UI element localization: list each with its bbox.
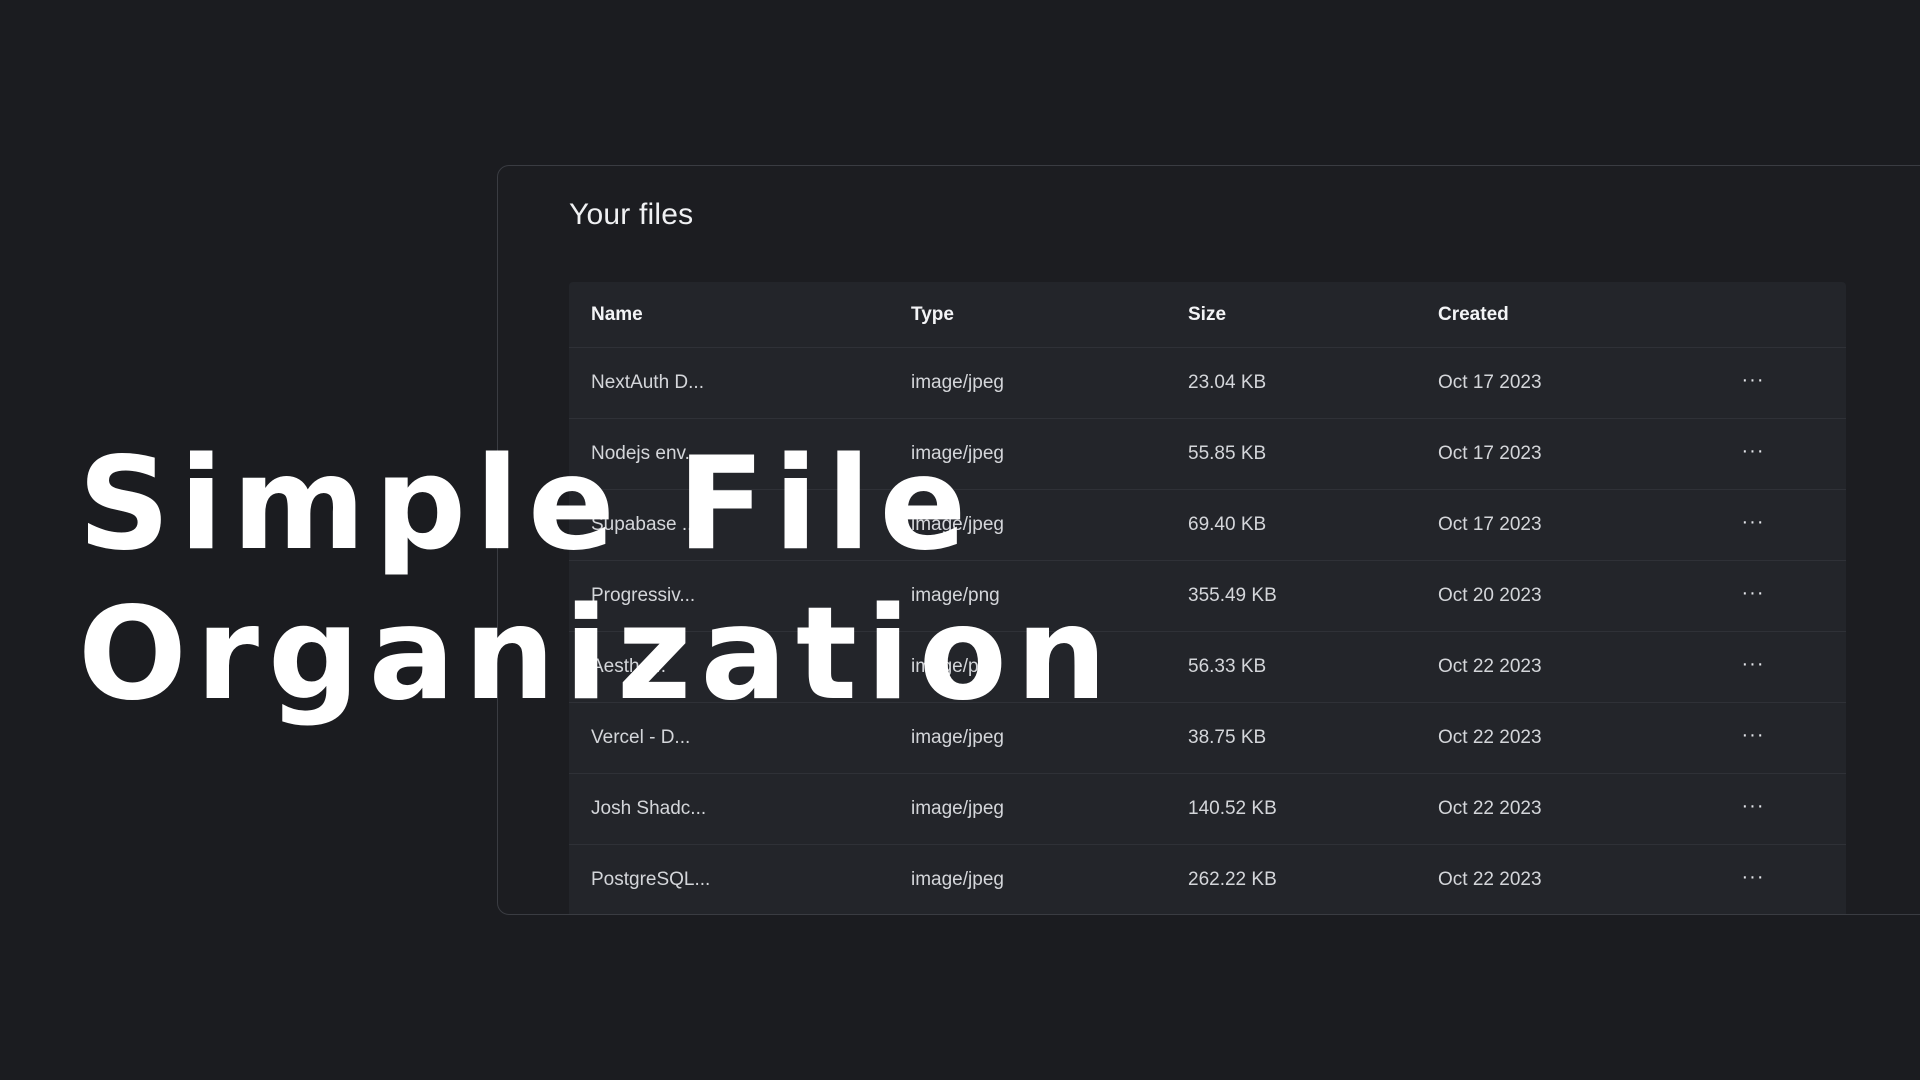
file-created: Oct 22 2023 [1438, 798, 1542, 819]
file-size: 55.85 KB [1188, 443, 1267, 464]
file-type: image/jpeg [911, 372, 1004, 393]
column-header-created[interactable]: Created [1438, 282, 1509, 347]
file-created: Oct 20 2023 [1438, 585, 1542, 606]
column-header-name[interactable]: Name [591, 282, 643, 347]
file-size: 140.52 KB [1188, 798, 1277, 819]
more-horizontal-icon[interactable]: ··· [1733, 419, 1773, 489]
file-name[interactable]: Vercel - D... [591, 703, 690, 773]
more-horizontal-icon[interactable]: ··· [1733, 845, 1773, 914]
file-created: Oct 17 2023 [1438, 514, 1542, 535]
file-name[interactable]: NextAuth D... [591, 348, 704, 418]
more-horizontal-icon[interactable]: ··· [1733, 774, 1773, 844]
file-size: 56.33 KB [1188, 656, 1267, 677]
more-horizontal-icon[interactable]: ··· [1733, 703, 1773, 773]
file-size: 69.40 KB [1188, 514, 1267, 535]
file-type: image/png [911, 585, 1000, 606]
table-row[interactable]: PostgreSQL... image/jpeg 262.22 KB Oct 2… [569, 845, 1846, 914]
table-row[interactable]: Aesthe... image/png 56.33 KB Oct 22 2023… [569, 632, 1846, 703]
more-horizontal-icon[interactable]: ··· [1733, 348, 1773, 418]
column-header-type[interactable]: Type [911, 282, 954, 347]
table-row[interactable]: Nodejs env... image/jpeg 55.85 KB Oct 17… [569, 419, 1846, 490]
table-row[interactable]: Progressiv... image/png 355.49 KB Oct 20… [569, 561, 1846, 632]
file-size: 38.75 KB [1188, 727, 1267, 748]
file-created: Oct 22 2023 [1438, 727, 1542, 748]
table-row[interactable]: NextAuth D... image/jpeg 23.04 KB Oct 17… [569, 348, 1846, 419]
file-name[interactable]: Progressiv... [591, 561, 695, 631]
file-created: Oct 17 2023 [1438, 372, 1542, 393]
more-horizontal-icon[interactable]: ··· [1733, 561, 1773, 631]
file-type: image/jpeg [911, 798, 1004, 819]
file-type: image/jpeg [911, 514, 1004, 535]
file-name[interactable]: Nodejs env... [591, 419, 700, 489]
file-size: 262.22 KB [1188, 869, 1277, 890]
table-row[interactable]: Josh Shadc... image/jpeg 140.52 KB Oct 2… [569, 774, 1846, 845]
file-size: 23.04 KB [1188, 372, 1267, 393]
file-size: 355.49 KB [1188, 585, 1277, 606]
file-type: image/jpeg [911, 727, 1004, 748]
table-row[interactable]: Vercel - D... image/jpeg 38.75 KB Oct 22… [569, 703, 1846, 774]
table-row[interactable]: Supabase ... image/jpeg 69.40 KB Oct 17 … [569, 490, 1846, 561]
more-horizontal-icon[interactable]: ··· [1733, 632, 1773, 702]
screen: Your files Name Type Size Created NextAu… [0, 0, 1920, 1080]
file-created: Oct 17 2023 [1438, 443, 1542, 464]
panel-title: Your files [569, 198, 694, 231]
file-name[interactable]: Josh Shadc... [591, 774, 706, 844]
files-panel: Your files Name Type Size Created NextAu… [497, 165, 1920, 915]
file-type: image/jpeg [911, 443, 1004, 464]
file-type: image/png [911, 656, 1000, 677]
file-created: Oct 22 2023 [1438, 869, 1542, 890]
file-name[interactable]: Aesthe... [591, 632, 666, 702]
files-table: Name Type Size Created NextAuth D... ima… [569, 282, 1846, 914]
more-horizontal-icon[interactable]: ··· [1733, 490, 1773, 560]
file-type: image/jpeg [911, 869, 1004, 890]
file-created: Oct 22 2023 [1438, 656, 1542, 677]
file-name[interactable]: PostgreSQL... [591, 845, 710, 914]
table-header-row: Name Type Size Created [569, 282, 1846, 348]
file-name[interactable]: Supabase ... [591, 490, 698, 560]
column-header-size[interactable]: Size [1188, 282, 1226, 347]
